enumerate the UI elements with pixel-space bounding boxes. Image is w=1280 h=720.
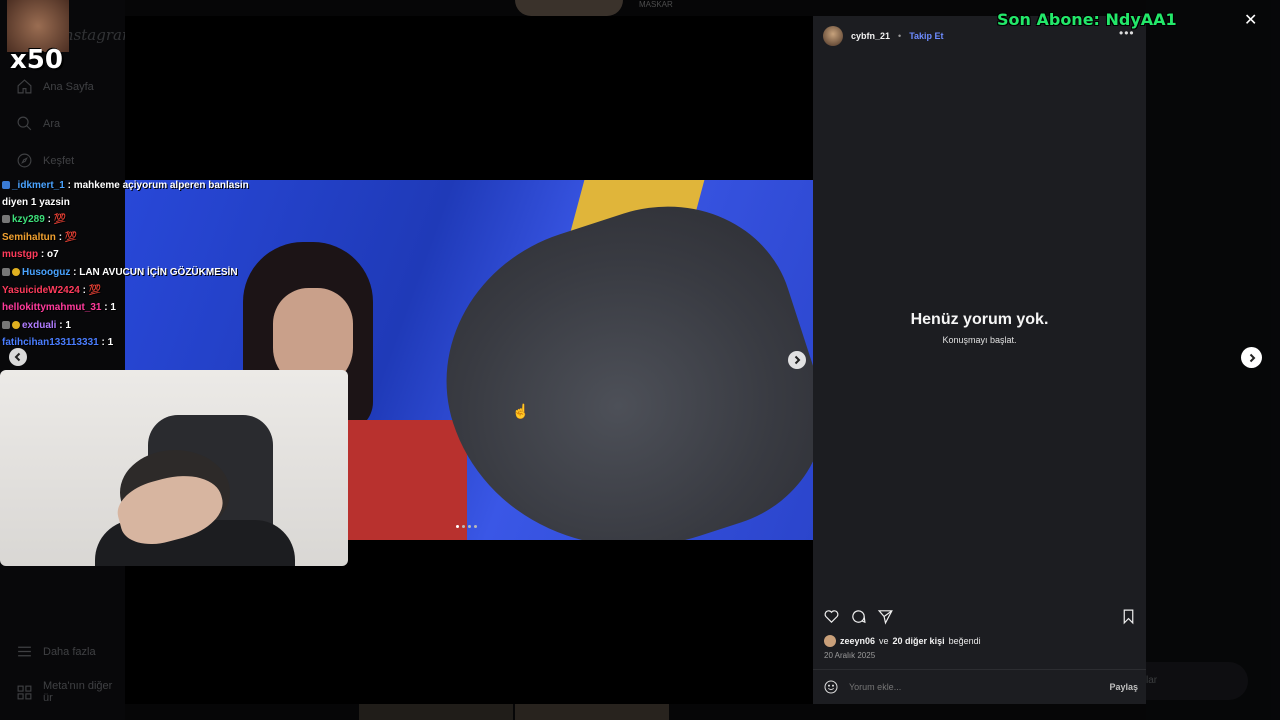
chat-username: _idkmert_1 (12, 180, 65, 191)
chat-text: : 💯 (82, 285, 102, 296)
badge-icon (2, 268, 10, 277)
carousel-dot (456, 525, 459, 528)
divider (813, 669, 1146, 670)
carousel-dot (474, 525, 477, 528)
liker-username[interactable]: zeeyn06 (840, 636, 875, 646)
chat-text: : 💯 (58, 232, 78, 243)
badge-icon (12, 268, 20, 277)
chat-message: mustgp : o7 (2, 249, 59, 260)
badge-icon (2, 321, 10, 330)
share-icon[interactable] (877, 608, 894, 625)
chat-text: : 1 (101, 337, 114, 348)
post-comment-button[interactable]: Paylaş (1109, 682, 1138, 692)
chat-text: diyen 1 yazsin (2, 197, 70, 208)
chat-message: exduali : 1 (2, 320, 71, 331)
no-comments-subtitle: Konuşmayı başlat. (942, 335, 1017, 345)
chevron-right-icon (1249, 353, 1255, 362)
previous-post-button[interactable] (9, 348, 27, 366)
chat-text: : 1 (59, 320, 71, 331)
chat-username: kzy289 (12, 214, 45, 225)
bookmark-icon[interactable] (1120, 608, 1137, 625)
post-date: 20 Aralık 2025 (824, 651, 876, 660)
chat-username: exduali (22, 320, 57, 331)
avatar[interactable] (823, 26, 843, 46)
likes-connector: ve (879, 636, 889, 646)
carousel-dot (468, 525, 471, 528)
likes-suffix: beğendi (948, 636, 981, 646)
chat-username: Husooguz (22, 267, 71, 278)
chevron-right-icon (794, 355, 801, 365)
chat-message: diyen 1 yazsin (2, 197, 70, 208)
liker-avatar (824, 635, 836, 647)
chat-text: : o7 (40, 249, 59, 260)
badge-icon (12, 321, 20, 330)
chat-text: : 💯 (47, 214, 67, 225)
photo-sock (407, 180, 813, 540)
chat-message: fatihcihan133113331 : 1 (2, 337, 113, 348)
chat-text: : mahkeme açiyorum alperen banlasin (67, 180, 249, 191)
streamer-webcam (0, 370, 348, 566)
badge-icon (2, 181, 10, 190)
post-header: cybfn_21 • Takip Et (823, 26, 944, 46)
chat-username: hellokittymahmut_31 (2, 302, 102, 313)
last-subscriber-text: Son Abone: NdyAA1 (997, 10, 1177, 29)
comment-icon[interactable] (850, 608, 867, 625)
carousel-dot (462, 525, 465, 528)
emoji-icon[interactable] (823, 679, 839, 695)
chat-username: YasuicideW2424 (2, 285, 80, 296)
follow-button[interactable]: Takip Et (909, 31, 943, 41)
post-actions (823, 608, 1138, 626)
chat-message: Semihaltun : 💯 (2, 232, 77, 243)
badge-icon (2, 215, 10, 224)
comment-input[interactable] (849, 682, 1110, 692)
chat-message: kzy289 : 💯 (2, 214, 66, 225)
likes-summary[interactable]: zeeyn06 ve 20 diğer kişi beğendi (824, 635, 981, 647)
emote-multiplier: x50 (10, 45, 63, 75)
chat-username: fatihcihan133113331 (2, 337, 99, 348)
chat-message: YasuicideW2424 : 💯 (2, 285, 101, 296)
carousel-next-button[interactable] (788, 351, 806, 369)
close-icon[interactable]: ✕ (1244, 10, 1257, 30)
chat-message: _idkmert_1 : mahkeme açiyorum alperen ba… (2, 180, 249, 191)
chat-message: Husooguz : LAN AVUCUN İÇİN GÖZÜKMESİN (2, 267, 238, 278)
chat-message: hellokittymahmut_31 : 1 (2, 302, 116, 313)
chevron-left-icon (14, 352, 21, 362)
carousel-dots (456, 525, 477, 528)
separator-dot: • (898, 31, 902, 41)
chat-username: mustgp (2, 249, 39, 260)
comments-panel: cybfn_21 • Takip Et ••• Henüz yorum yok.… (813, 16, 1146, 704)
heart-icon[interactable] (823, 608, 840, 625)
next-post-button[interactable] (1241, 347, 1262, 368)
photo-gift-box (347, 420, 467, 540)
post-username[interactable]: cybfn_21 (851, 31, 890, 41)
comment-bar: Paylaş (823, 678, 1138, 696)
hand-cursor-icon: ☝ (512, 403, 530, 419)
likes-others[interactable]: 20 diğer kişi (893, 636, 945, 646)
chat-username: Semihaltun (2, 232, 56, 243)
chat-text: : 1 (104, 302, 116, 313)
no-comments-title: Henüz yorum yok. (910, 311, 1049, 328)
chat-text: : LAN AVUCUN İÇİN GÖZÜKMESİN (73, 267, 238, 278)
